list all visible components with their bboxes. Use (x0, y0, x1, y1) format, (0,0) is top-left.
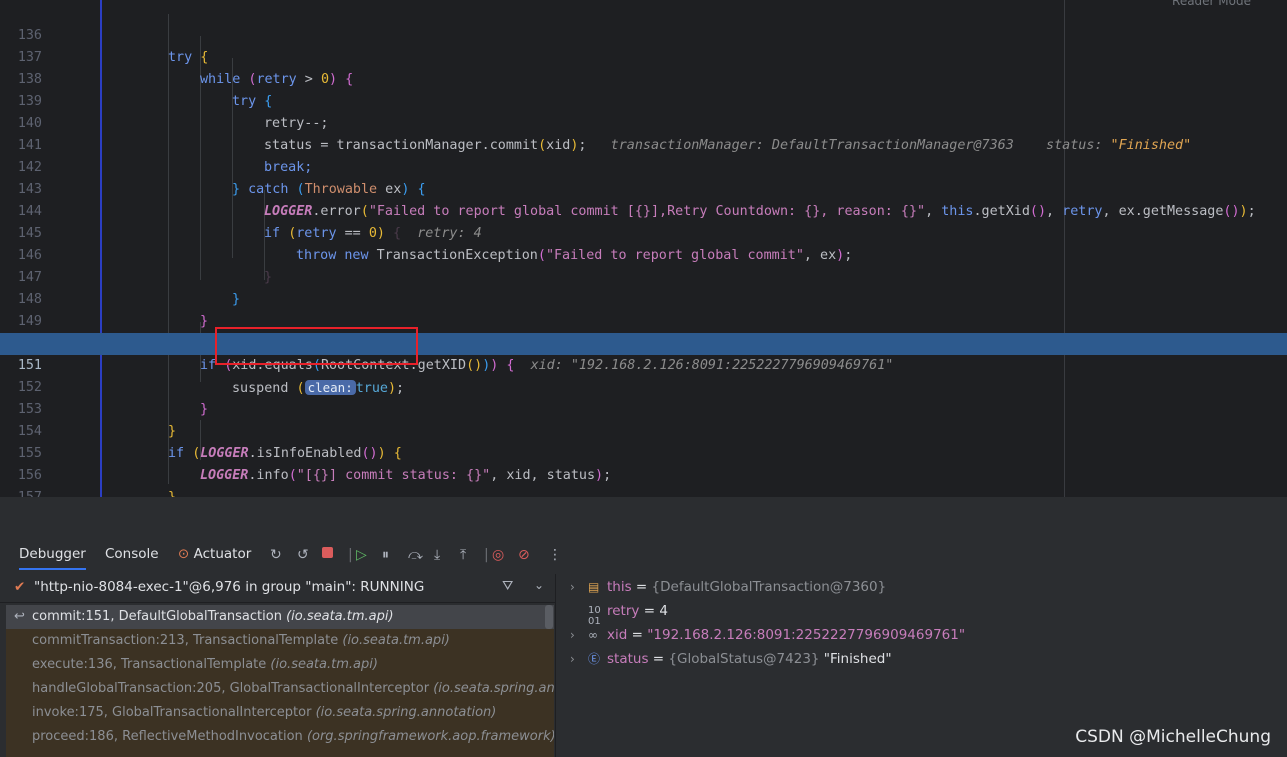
code-line[interactable]: 155 LOGGER.info("[{}] commit status: {}"… (0, 421, 1287, 483)
code-line[interactable]: 141 break; (0, 113, 1287, 175)
chevron-down-icon[interactable]: ⌄ (534, 578, 544, 592)
code-line[interactable]: 139 retry--; (0, 69, 1287, 131)
watermark: CSDN @MichelleChung (1075, 727, 1271, 747)
stack-frame[interactable]: proceed:186, ReflectiveMethodInvocation … (6, 725, 554, 749)
stack-frame[interactable]: ↩ commit:151, DefaultGlobalTransaction (… (6, 605, 554, 629)
frame-method: handleGlobalTransaction:205, GlobalTrans… (32, 681, 430, 696)
variable-value: 4 (659, 603, 668, 619)
toolbar-divider: | (348, 547, 353, 563)
frame-method: commit:151, DefaultGlobalTransaction (32, 609, 282, 624)
frame-method: proceed:186, ReflectiveMethodInvocation (32, 729, 303, 744)
highlight-annotation-box (215, 327, 418, 365)
variable-equals: = (631, 579, 652, 595)
code-line[interactable]: 144 if (retry == 0) { retry: 4 (0, 179, 1287, 241)
field-icon: ▤ (588, 580, 600, 594)
frame-package: (io.seata.tm.api) (342, 633, 450, 648)
tool-window-spacer (0, 497, 1287, 539)
variable-name: xid (607, 627, 628, 643)
frame-method: commitTransaction:213, TransactionalTemp… (32, 633, 339, 648)
tab-actuator-label: Actuator (193, 546, 252, 562)
resume-icon[interactable]: ▷ (356, 547, 367, 563)
tab-console[interactable]: Console (105, 546, 159, 562)
stop-icon[interactable] (322, 546, 333, 562)
code-line[interactable]: 137 while (retry > 0) { (0, 25, 1287, 87)
code-line[interactable]: 152 } (0, 355, 1287, 417)
frame-package: (org.springframework.aop.framework) (306, 729, 554, 744)
thread-label: "http-nio-8084-exec-1"@6,976 in group "m… (34, 579, 425, 595)
code-line[interactable]: 142 } catch (Throwable ex) { (0, 135, 1287, 197)
variable-equals: = (639, 603, 660, 619)
code-line[interactable]: 140 status = transactionManager.commit(x… (0, 91, 1287, 153)
stack-frame[interactable]: invoke:175, GlobalTransactionalIntercept… (6, 701, 554, 725)
code-line[interactable]: 148 } (0, 267, 1287, 329)
variable-equals: = (627, 627, 648, 643)
code-line[interactable]: 138 try { (0, 47, 1287, 109)
code-line[interactable]: 154 if (LOGGER.isInfoEnabled()) { (0, 399, 1287, 461)
variable-value: {GlobalStatus@7423} (668, 651, 820, 667)
view-breakpoints-icon[interactable]: ◎ (492, 547, 504, 563)
code-line[interactable]: 145 throw new TransactionException("Fail… (0, 201, 1287, 263)
code-editor[interactable]: Reader Mode 136 try { 137 while (retry >… (0, 0, 1287, 497)
check-icon: ✔ (14, 579, 26, 595)
actuator-icon: ⊙ (178, 546, 190, 562)
restart-icon[interactable]: ↺ (297, 547, 309, 563)
frame-package: (io.seata.tm.api) (286, 609, 394, 624)
code-line[interactable]: 136 try { (0, 3, 1287, 65)
pause-icon[interactable]: ⏸ (382, 547, 389, 563)
debug-tool-window: Debugger Console ⊙ Actuator ↻ ↺ | ▷ ⏸ ⤼ … (0, 497, 1287, 757)
more-options-icon[interactable]: ⋮ (548, 547, 562, 563)
frame-method: invoke:175, GlobalTransactionalIntercept… (32, 705, 312, 720)
variable-name: status (607, 651, 649, 667)
watch-glasses-icon: ∞ (588, 628, 598, 642)
code-line[interactable]: 150 if (xid.equals(RootContext.getXID())… (0, 311, 1287, 373)
variable-value: "192.168.2.126:8091:2252227796909469761" (647, 627, 966, 643)
variable-name: retry (607, 603, 640, 619)
code-line[interactable]: 149 } finally { (0, 289, 1287, 351)
variable-value: {DefaultGlobalTransaction@7360} (651, 579, 887, 595)
enum-icon: Ⓔ (588, 652, 601, 666)
current-execution-line[interactable]: 151 suspend (clean: true); (0, 333, 1287, 396)
code-line[interactable]: 146 } (0, 223, 1287, 285)
stack-frame[interactable]: execute:136, TransactionalTemplate (io.s… (6, 653, 554, 677)
stack-frame[interactable]: commitTransaction:213, TransactionalTemp… (6, 629, 554, 653)
variable-extra: "Finished" (819, 651, 892, 667)
code-line[interactable]: 153 } (0, 377, 1287, 439)
frame-method: execute:136, TransactionalTemplate (32, 657, 267, 672)
filter-icon[interactable]: ⛛ (502, 578, 513, 594)
stack-frame[interactable]: handleGlobalTransaction:205, GlobalTrans… (6, 677, 554, 701)
return-arrow-icon: ↩ (14, 609, 25, 624)
expand-arrow-icon[interactable]: › (570, 575, 575, 599)
toolbar-divider: | (484, 547, 489, 563)
variable-name: this (607, 579, 632, 595)
frames-scrollbar[interactable] (545, 605, 553, 629)
expand-arrow-icon[interactable]: › (570, 623, 575, 647)
stack-frames-list[interactable]: ↩ commit:151, DefaultGlobalTransaction (… (6, 605, 554, 757)
code-line[interactable]: 158 (0, 487, 1287, 497)
tab-debugger[interactable]: Debugger (19, 546, 86, 570)
code-line[interactable]: 156 } (0, 443, 1287, 497)
step-into-icon[interactable]: ⤓ (434, 547, 440, 563)
mute-breakpoints-icon[interactable]: ⊘ (518, 547, 530, 563)
step-out-icon[interactable]: ⤒ (460, 547, 466, 563)
variable-equals: = (648, 651, 669, 667)
step-over-icon[interactable]: ⤼ (408, 547, 423, 563)
tab-actuator[interactable]: ⊙ Actuator (178, 546, 251, 562)
frame-package: (io.seata.tm.api) (270, 657, 378, 672)
code-line[interactable]: 147 } (0, 245, 1287, 307)
code-line[interactable]: 157 } (0, 465, 1287, 497)
code-line[interactable]: 143 LOGGER.error("Failed to report globa… (0, 157, 1287, 219)
frame-package: (io.seata.spring.annotat (433, 681, 554, 696)
frame-package: (io.seata.spring.annotation) (315, 705, 497, 720)
thread-selector[interactable]: ✔ "http-nio-8084-exec-1"@6,976 in group … (0, 574, 555, 603)
expand-arrow-icon[interactable]: › (570, 647, 575, 671)
debug-tabs-toolbar: Debugger Console ⊙ Actuator ↻ ↺ | ▷ ⏸ ⤼ … (0, 539, 1287, 571)
rerun-icon[interactable]: ↻ (270, 547, 282, 563)
